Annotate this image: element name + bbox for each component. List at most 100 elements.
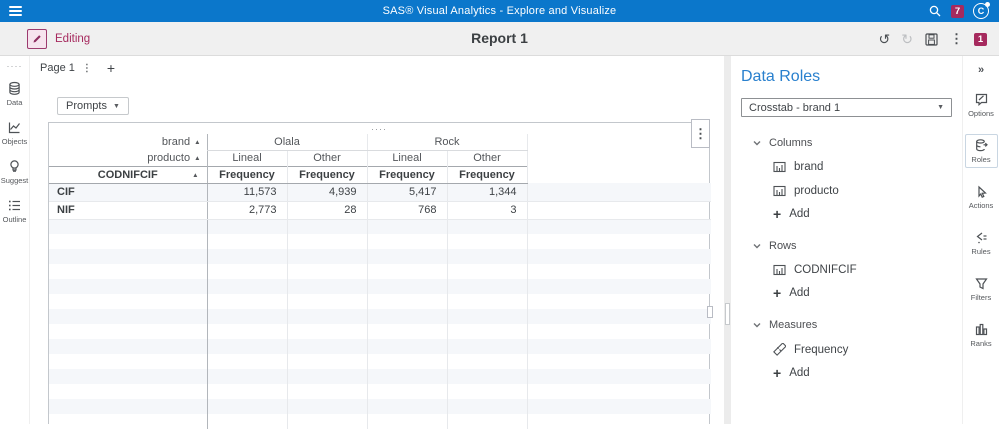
table-empty-row	[49, 399, 711, 414]
sub-col-header[interactable]: Other	[447, 150, 527, 166]
col-group-olala[interactable]: Olala	[207, 134, 367, 150]
role-item-producto[interactable]: producto	[773, 185, 952, 197]
save-icon[interactable]	[924, 32, 939, 47]
add-page-button[interactable]: +	[107, 60, 115, 76]
sidebar-item-data[interactable]: Data	[7, 81, 23, 107]
tab-rules[interactable]: Rules	[965, 226, 998, 260]
report-canvas: Page 1 ⋮ + Prompts ▼ ···· ⋮ brand▲ Ol	[30, 56, 724, 424]
table-row: CIF 11,573 4,939 5,417 1,344	[49, 183, 711, 201]
sub-column-header-row: producto▲ Lineal Other Lineal Other	[49, 150, 711, 166]
avatar-status-dot	[985, 2, 990, 7]
sidebar-item-outline[interactable]: Outline	[3, 198, 27, 224]
add-row-button[interactable]: + Add	[773, 287, 952, 299]
tab-options[interactable]: Options	[965, 88, 998, 122]
table-cell: 3	[447, 201, 527, 219]
section-measures: Measures Frequency + Add	[741, 319, 952, 379]
sort-asc-icon: ▲	[194, 139, 200, 146]
section-rows-header[interactable]: Rows	[753, 240, 952, 252]
category-icon	[773, 161, 786, 173]
tab-filters[interactable]: Filters	[965, 272, 998, 306]
prompts-button[interactable]: Prompts ▼	[57, 97, 129, 115]
crosstab-object[interactable]: ···· ⋮ brand▲ Olala Rock producto▲	[48, 122, 710, 424]
right-sidebar: » Options Roles Actions	[962, 56, 999, 424]
data-roles-panel: Data Roles Crosstab - brand 1 ▼ Columns …	[731, 56, 962, 424]
section-measures-header[interactable]: Measures	[753, 319, 952, 331]
page-menu-icon[interactable]: ⋮	[82, 63, 92, 74]
options-icon	[974, 92, 989, 107]
table-empty-row	[49, 309, 711, 324]
column-dim-sort-header[interactable]: brand▲	[49, 134, 207, 150]
tab-ranks[interactable]: Ranks	[965, 318, 998, 352]
plus-icon: +	[773, 368, 781, 378]
section-columns: Columns brand producto + Add	[741, 137, 952, 220]
left-rail-handle[interactable]: ····	[7, 64, 23, 68]
measure-header[interactable]: Frequency	[447, 166, 527, 183]
collapse-panel-icon[interactable]: »	[978, 64, 984, 76]
report-toolbar: Editing Report 1 ↺ ↻ ⋮ 1	[0, 22, 999, 56]
tab-actions[interactable]: Actions	[965, 180, 998, 214]
avatar[interactable]: C	[973, 3, 989, 19]
section-rows: Rows CODNIFCIF + Add	[741, 240, 952, 299]
panel-resize-handle[interactable]	[725, 303, 730, 325]
object-selector-dropdown[interactable]: Crosstab - brand 1 ▼	[741, 98, 952, 117]
caret-down-icon: ▼	[113, 103, 120, 110]
object-resize-handle[interactable]	[707, 306, 713, 318]
table-empty-row	[49, 384, 711, 399]
toolbar-badge[interactable]: 1	[974, 33, 987, 46]
section-columns-header[interactable]: Columns	[753, 137, 952, 149]
add-measure-button[interactable]: + Add	[773, 367, 952, 379]
sidebar-item-suggest[interactable]: Suggest	[1, 159, 29, 185]
sub-col-header[interactable]: Other	[287, 150, 367, 166]
report-title: Report 1	[0, 30, 999, 46]
undo-icon[interactable]: ↺	[879, 32, 891, 46]
measure-header-row: CODNIFCIF▲ Frequency Frequency Frequency…	[49, 166, 711, 183]
app-bar: SAS® Visual Analytics - Explore and Visu…	[0, 0, 999, 22]
table-cell: 4,939	[287, 183, 367, 201]
measure-header[interactable]: Frequency	[207, 166, 287, 183]
sub-col-header[interactable]: Lineal	[207, 150, 287, 166]
row-dim-sort-header[interactable]: CODNIFCIF▲	[49, 166, 207, 183]
table-empty-row	[49, 414, 711, 429]
table-cell: 28	[287, 201, 367, 219]
tab-page-1[interactable]: Page 1	[40, 62, 75, 74]
object-menu-button[interactable]: ⋮	[691, 119, 710, 148]
measure-header[interactable]: Frequency	[367, 166, 447, 183]
suggest-icon	[7, 159, 22, 174]
sort-asc-icon: ▲	[194, 155, 200, 162]
more-options-icon[interactable]: ⋮	[950, 31, 963, 47]
table-cell: 1,344	[447, 183, 527, 201]
row-header: CIF	[49, 183, 207, 201]
table-empty-row	[49, 264, 711, 279]
notification-badge[interactable]: 7	[951, 5, 964, 18]
app-title: SAS® Visual Analytics - Explore and Visu…	[0, 5, 999, 17]
role-item-brand[interactable]: brand	[773, 161, 952, 173]
table-cell: 5,417	[367, 183, 447, 201]
table-cell: 768	[367, 201, 447, 219]
second-dim-sort-header[interactable]: producto▲	[49, 150, 207, 166]
table-empty-row	[49, 369, 711, 384]
table-empty-row	[49, 219, 711, 234]
filters-icon	[974, 276, 989, 291]
actions-icon	[974, 184, 989, 199]
crosstab-empty-rows	[49, 219, 711, 429]
sub-col-header[interactable]: Lineal	[367, 150, 447, 166]
role-item-codnifcif[interactable]: CODNIFCIF	[773, 264, 952, 276]
column-group-header-row: brand▲ Olala Rock	[49, 134, 711, 150]
plus-icon: +	[773, 288, 781, 298]
category-icon	[773, 264, 786, 276]
search-icon[interactable]	[928, 4, 942, 18]
role-item-frequency[interactable]: Frequency	[773, 343, 952, 356]
measure-header[interactable]: Frequency	[287, 166, 367, 183]
table-cell: 11,573	[207, 183, 287, 201]
plus-icon: +	[773, 209, 781, 219]
col-group-rock[interactable]: Rock	[367, 134, 527, 150]
outline-icon	[7, 198, 22, 213]
add-column-button[interactable]: + Add	[773, 208, 952, 220]
category-icon	[773, 185, 786, 197]
sidebar-item-objects[interactable]: Objects	[2, 120, 27, 146]
panel-divider[interactable]	[724, 56, 731, 424]
object-drag-handle[interactable]: ····	[49, 126, 709, 132]
redo-icon[interactable]: ↻	[901, 32, 913, 46]
table-row: NIF 2,773 28 768 3	[49, 201, 711, 219]
tab-roles[interactable]: Roles	[965, 134, 998, 168]
